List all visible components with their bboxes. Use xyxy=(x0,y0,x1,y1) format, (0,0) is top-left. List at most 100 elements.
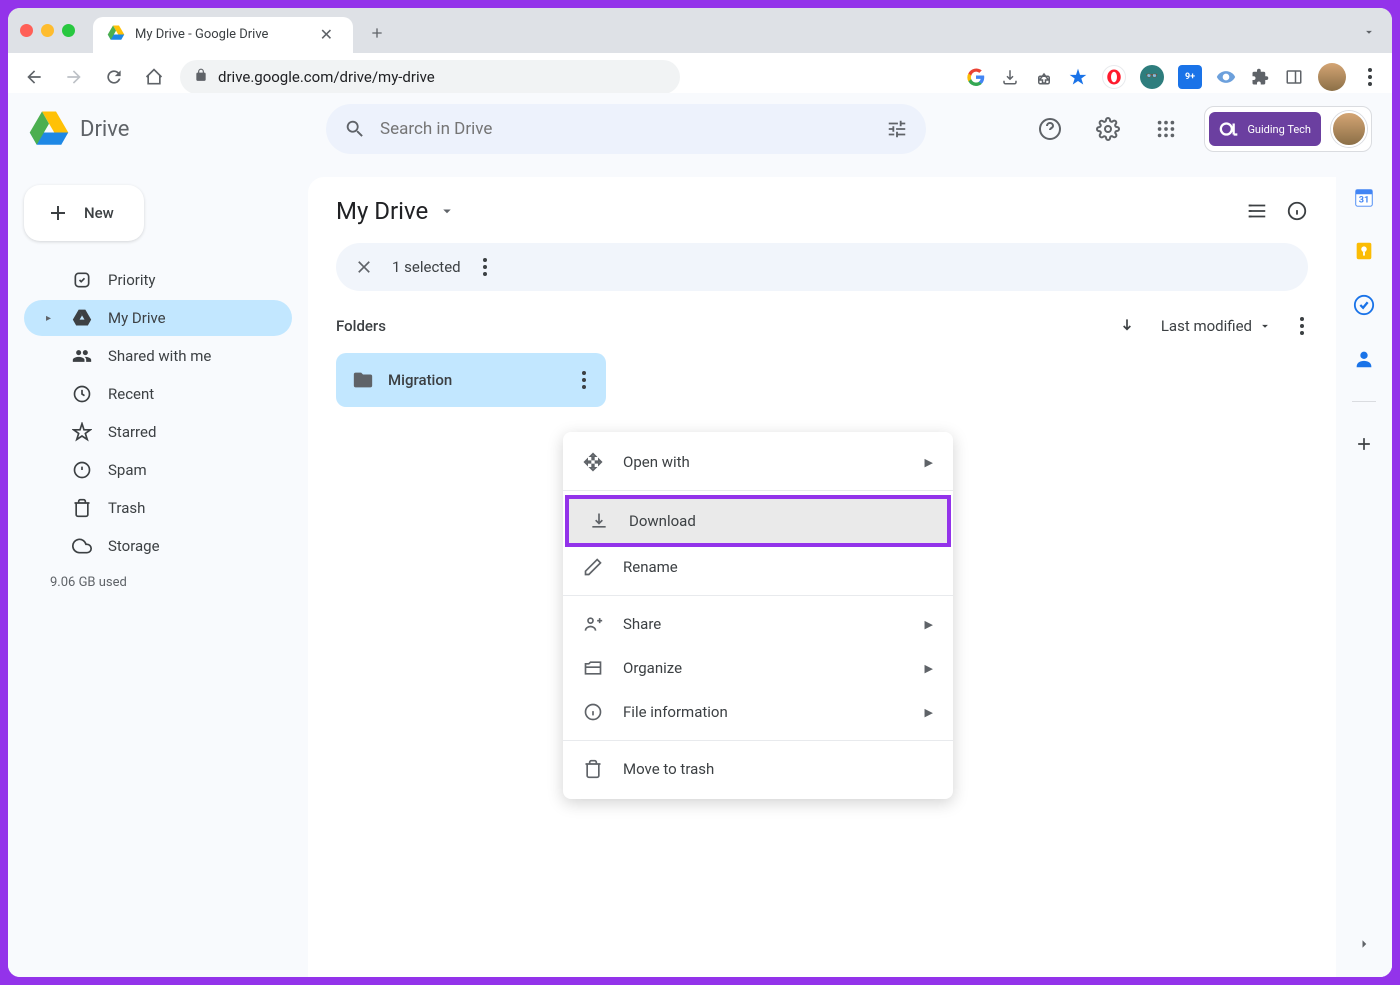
svg-text:31: 31 xyxy=(1359,196,1370,206)
tabs-dropdown-icon[interactable] xyxy=(1358,20,1380,47)
new-button[interactable]: New xyxy=(24,185,144,241)
drive-logo[interactable]: Drive xyxy=(28,108,318,150)
context-menu: Open with ▶ Download Rename Share ▶ xyxy=(563,432,953,799)
list-view-icon[interactable] xyxy=(1246,200,1268,222)
chevron-right-icon: ▶ xyxy=(925,706,933,719)
google-icon[interactable] xyxy=(966,67,986,87)
main-content: My Drive 1 selected Folders Last modifie… xyxy=(308,177,1336,977)
extension-opera-icon[interactable] xyxy=(1102,65,1126,89)
keep-app-icon[interactable] xyxy=(1352,239,1376,263)
info-small-icon xyxy=(583,702,603,722)
download-tray-icon[interactable] xyxy=(1000,67,1020,87)
search-icon xyxy=(344,118,366,140)
selection-count: 1 selected xyxy=(392,258,461,276)
sidebar-item-trash[interactable]: Trash xyxy=(24,490,292,526)
menu-move-to-trash[interactable]: Move to trash xyxy=(563,747,953,791)
menu-divider xyxy=(563,595,953,596)
side-panel-icon[interactable] xyxy=(1284,67,1304,87)
profile-card[interactable]: Guiding Tech xyxy=(1204,106,1372,152)
app-header: Drive Guiding Tech xyxy=(8,93,1392,165)
view-more-icon[interactable] xyxy=(1296,313,1308,339)
menu-download[interactable]: Download xyxy=(565,495,951,547)
tune-icon[interactable] xyxy=(886,118,908,140)
tasks-app-icon[interactable] xyxy=(1352,293,1376,317)
folders-label: Folders xyxy=(336,317,386,335)
sidebar-item-shared[interactable]: Shared with me xyxy=(24,338,292,374)
folder-name: Migration xyxy=(388,371,564,389)
sort-dropdown[interactable]: Last modified xyxy=(1161,317,1272,335)
titlebar: My Drive - Google Drive ✕ xyxy=(8,8,1392,53)
search-box[interactable] xyxy=(326,104,926,154)
sidebar: New Priority ▸ My Drive Shared with me R… xyxy=(8,101,308,977)
browser-profile-avatar[interactable] xyxy=(1318,63,1346,91)
chevron-right-icon: ▶ xyxy=(925,618,933,631)
browser-tab[interactable]: My Drive - Google Drive ✕ xyxy=(93,17,353,53)
help-button[interactable] xyxy=(1030,109,1070,149)
menu-open-with[interactable]: Open with ▶ xyxy=(563,440,953,484)
home-button[interactable] xyxy=(140,63,168,91)
share-icon[interactable] xyxy=(1034,67,1054,87)
selection-more-icon[interactable] xyxy=(479,254,491,280)
rename-icon xyxy=(583,557,603,577)
right-panel: 31 xyxy=(1336,101,1392,977)
page-title[interactable]: My Drive xyxy=(336,197,428,225)
extension-eye-icon[interactable] xyxy=(1216,67,1236,87)
selection-bar: 1 selected xyxy=(336,243,1308,291)
menu-organize[interactable]: Organize ▶ xyxy=(563,646,953,690)
new-tab-button[interactable] xyxy=(363,25,391,45)
sidebar-item-starred[interactable]: Starred xyxy=(24,414,292,450)
menu-file-info[interactable]: File information ▶ xyxy=(563,690,953,734)
forward-button[interactable] xyxy=(60,63,88,91)
collapse-panel-icon[interactable] xyxy=(1355,935,1373,957)
apps-grid-button[interactable] xyxy=(1146,109,1186,149)
download-icon xyxy=(589,511,609,531)
sidebar-item-priority[interactable]: Priority xyxy=(24,262,292,298)
menu-share[interactable]: Share ▶ xyxy=(563,602,953,646)
gt-badge: Guiding Tech xyxy=(1209,112,1321,146)
sidebar-item-recent[interactable]: Recent xyxy=(24,376,292,412)
app-name: Drive xyxy=(80,117,129,142)
chevron-right-icon: ▶ xyxy=(925,456,933,469)
tab-close-icon[interactable]: ✕ xyxy=(314,25,339,44)
minimize-window[interactable] xyxy=(41,24,54,37)
chevron-down-icon[interactable] xyxy=(438,202,456,220)
cloud-icon xyxy=(72,536,92,556)
extension-icon-2[interactable]: 👓 xyxy=(1140,65,1164,89)
sort-arrow-icon[interactable] xyxy=(1117,316,1137,336)
folder-icon xyxy=(352,369,374,391)
folder-chip[interactable]: Migration xyxy=(336,353,606,407)
menu-divider xyxy=(563,740,953,741)
menu-divider xyxy=(563,490,953,491)
drive-favicon-icon xyxy=(107,24,125,46)
storage-used: 9.06 GB used xyxy=(24,565,292,600)
organize-icon xyxy=(583,658,603,678)
back-button[interactable] xyxy=(20,63,48,91)
url-box[interactable]: drive.google.com/drive/my-drive xyxy=(180,60,680,94)
share-person-icon xyxy=(583,614,603,634)
clock-icon xyxy=(72,384,92,404)
expand-icon[interactable]: ▸ xyxy=(46,313,56,324)
close-window[interactable] xyxy=(20,24,33,37)
reload-button[interactable] xyxy=(100,63,128,91)
browser-menu-icon[interactable] xyxy=(1360,67,1380,87)
extension-icon-3[interactable]: 9+ xyxy=(1178,65,1202,89)
app-body: New Priority ▸ My Drive Shared with me R… xyxy=(8,101,1392,977)
star-icon xyxy=(72,422,92,442)
sidebar-item-spam[interactable]: Spam xyxy=(24,452,292,488)
menu-rename[interactable]: Rename xyxy=(563,545,953,589)
tab-title: My Drive - Google Drive xyxy=(135,27,304,42)
sidebar-item-storage[interactable]: Storage xyxy=(24,528,292,564)
maximize-window[interactable] xyxy=(62,24,75,37)
calendar-app-icon[interactable]: 31 xyxy=(1352,185,1376,209)
search-input[interactable] xyxy=(380,119,872,139)
add-app-icon[interactable] xyxy=(1352,432,1376,456)
close-selection-icon[interactable] xyxy=(354,257,374,277)
info-icon[interactable] xyxy=(1286,200,1308,222)
window-controls xyxy=(20,24,75,37)
folder-more-icon[interactable] xyxy=(578,367,590,393)
sidebar-item-my-drive[interactable]: ▸ My Drive xyxy=(24,300,292,336)
bookmark-star-icon[interactable] xyxy=(1068,67,1088,87)
contacts-app-icon[interactable] xyxy=(1352,347,1376,371)
extensions-puzzle-icon[interactable] xyxy=(1250,67,1270,87)
settings-button[interactable] xyxy=(1088,109,1128,149)
